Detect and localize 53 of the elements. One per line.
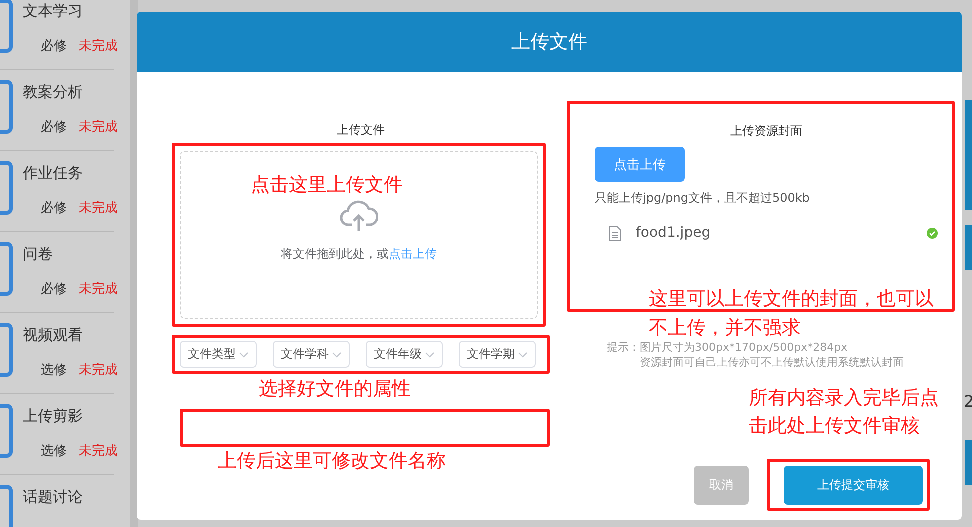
task-status: 未完成 xyxy=(79,119,118,136)
file-icon xyxy=(609,226,621,240)
annotation-text: 这里可以上传文件的封面，也可以不上传，并不强求 xyxy=(649,287,935,341)
dropdown-select[interactable]: 文件学期 xyxy=(459,341,536,368)
chevron-down-icon xyxy=(332,352,342,358)
document-icon xyxy=(0,240,14,298)
task-status: 未完成 xyxy=(79,362,118,379)
document-icon xyxy=(0,78,14,136)
annotation-text: 点击这里上传文件 xyxy=(251,173,403,198)
annotation-text: 所有内容录入完毕后点击此处上传文件审核 xyxy=(749,386,940,439)
dropdown-select[interactable]: 文件学科 xyxy=(273,341,350,368)
dropdown-select[interactable]: 文件年级 xyxy=(366,341,443,368)
task-type: 必修 xyxy=(41,281,67,298)
file-name[interactable]: food1.jpeg xyxy=(636,225,927,241)
cloud-upload-icon xyxy=(340,200,378,232)
task-status: 未完成 xyxy=(79,38,118,55)
upload-label: 上传文件 xyxy=(337,122,385,139)
chevron-down-icon xyxy=(239,352,249,358)
task-type: 必修 xyxy=(41,200,67,217)
annotation-text: 上传后这里可修改文件名称 xyxy=(218,449,447,474)
task-title[interactable]: 问卷 xyxy=(23,244,53,264)
cover-label: 上传资源封面 xyxy=(730,123,802,140)
document-icon xyxy=(0,321,14,379)
task-type: 选修 xyxy=(41,443,67,460)
document-icon xyxy=(0,483,14,527)
annotation-text: 选择好文件的属性 xyxy=(259,377,412,402)
task-title[interactable]: 教案分析 xyxy=(23,82,83,102)
document-icon xyxy=(0,0,14,55)
dropdown-select[interactable]: 文件类型 xyxy=(180,341,257,368)
task-type: 必修 xyxy=(41,119,67,136)
upload-tip: 只能上传jpg/png文件，且不超过500kb xyxy=(595,190,811,207)
task-status: 未完成 xyxy=(79,281,118,298)
document-icon xyxy=(0,402,14,460)
upload-dropzone[interactable]: 点击这里上传文件 将文件拖到此处，或点击上传 xyxy=(180,151,538,319)
task-type: 必修 xyxy=(41,38,67,55)
task-title[interactable]: 文本学习 xyxy=(23,1,83,21)
dropzone-hint: 将文件拖到此处，或点击上传 xyxy=(281,246,437,263)
task-status: 未完成 xyxy=(79,200,118,217)
dialog-title: 上传文件 xyxy=(512,30,588,55)
task-title[interactable]: 作业任务 xyxy=(23,163,83,183)
page-panel xyxy=(965,440,972,485)
hint-label: 提示： xyxy=(607,340,640,356)
hint-text: 资源封面可自己上传亦可不上传默认使用系统默认封面 xyxy=(640,355,904,370)
hint-text: 图片尺寸为300px*170px/500px*284px xyxy=(640,340,849,355)
chevron-down-icon xyxy=(425,352,435,358)
task-title[interactable]: 话题讨论 xyxy=(23,487,83,507)
task-status: 未完成 xyxy=(79,443,118,460)
chevron-down-icon xyxy=(518,352,528,358)
task-type: 选修 xyxy=(41,362,67,379)
task-title[interactable]: 视频观看 xyxy=(23,325,83,345)
document-icon xyxy=(0,159,14,217)
task-title[interactable]: 上传剪影 xyxy=(23,406,83,426)
page-panel xyxy=(965,225,972,270)
